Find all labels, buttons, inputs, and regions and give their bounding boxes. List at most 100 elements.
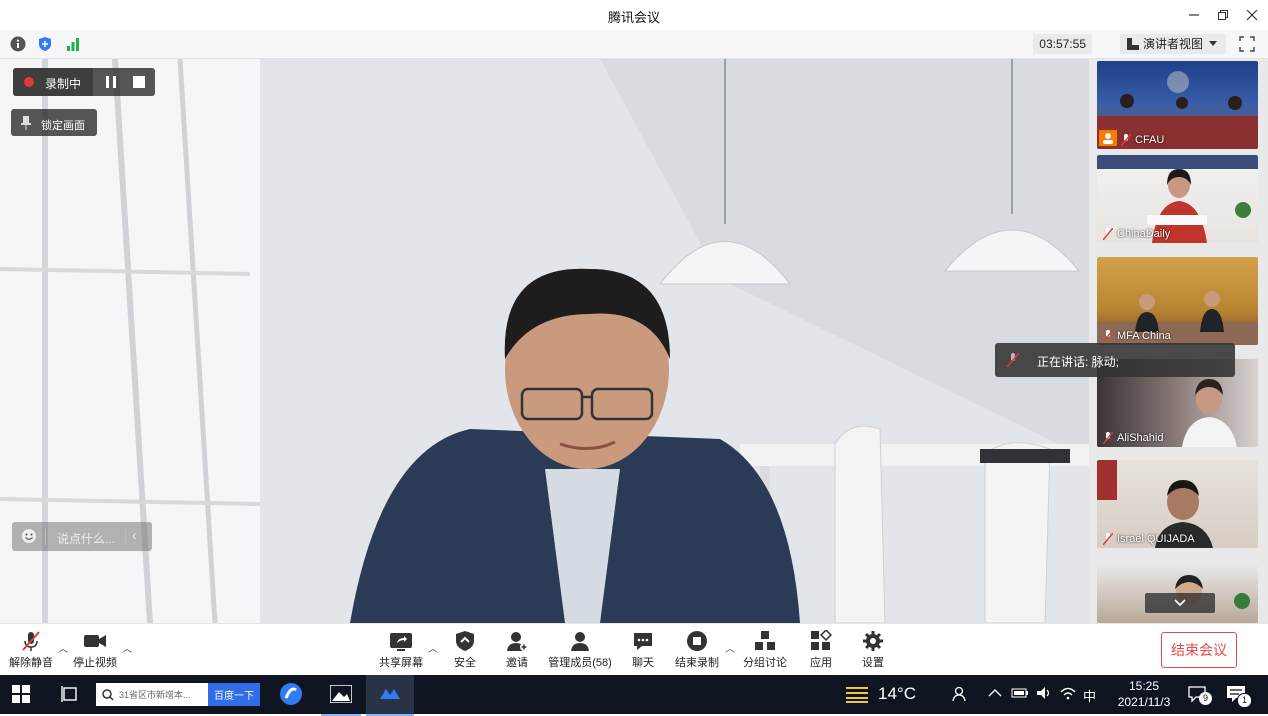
taskbar-search-box[interactable]: 31省区市新增本... bbox=[96, 683, 208, 706]
close-button[interactable] bbox=[1241, 4, 1263, 26]
stop-icon bbox=[133, 76, 145, 88]
members-label: 管理成员(58) bbox=[548, 657, 612, 669]
weather-icon bbox=[846, 685, 868, 706]
lock-screen-label: 锁定画面 bbox=[41, 120, 85, 132]
stop-recording-icon bbox=[687, 631, 707, 651]
restore-button[interactable] bbox=[1212, 4, 1234, 26]
meeting-info-bar: 03:57:55 演讲者视图 bbox=[0, 30, 1268, 59]
stop-recording-button[interactable] bbox=[129, 72, 149, 92]
security-button[interactable]: 安全 bbox=[452, 630, 478, 670]
shield-icon[interactable] bbox=[37, 36, 53, 52]
participant-tile[interactable]: ChinaDaily bbox=[1097, 155, 1258, 243]
record-dot-icon bbox=[24, 77, 34, 87]
participant-name: Israel QUIJADA bbox=[1117, 533, 1195, 545]
unmute-button[interactable]: 解除静音 bbox=[9, 630, 53, 670]
photos-app-icon[interactable] bbox=[321, 675, 361, 716]
share-options-chevron-icon[interactable]: ︿ bbox=[428, 640, 438, 655]
wifi-icon[interactable] bbox=[1060, 686, 1076, 703]
chevron-down-icon bbox=[1209, 41, 1217, 46]
speaking-text: 正在讲话: 脉动; bbox=[1037, 355, 1120, 369]
apps-button[interactable]: 应用 bbox=[808, 630, 834, 670]
sogou-app-icon[interactable] bbox=[279, 682, 303, 709]
pause-icon bbox=[106, 76, 116, 88]
speaking-indicator: 正在讲话: 脉动; bbox=[995, 343, 1235, 377]
os-taskbar: 31省区市新增本... 百度一下 14°C 中 15:25 2021/11/3 … bbox=[0, 675, 1268, 716]
lock-screen-button[interactable]: 锁定画面 bbox=[11, 109, 97, 136]
participant-tile[interactable] bbox=[1097, 561, 1258, 623]
participant-name: AliShahid bbox=[1117, 432, 1164, 444]
invite-button[interactable]: 邀请 bbox=[504, 630, 530, 670]
task-view-button[interactable] bbox=[61, 685, 79, 706]
breakout-rooms-button[interactable]: 分组讨论 bbox=[742, 630, 788, 670]
title-bar: 腾讯会议 bbox=[0, 0, 1268, 30]
chevron-down-icon bbox=[1174, 599, 1186, 607]
minimize-button[interactable] bbox=[1183, 4, 1205, 26]
mic-muted-icon bbox=[1103, 228, 1113, 240]
settings-button[interactable]: 设置 bbox=[860, 630, 886, 670]
quick-chat-bar[interactable]: 说点什么... ‹ bbox=[12, 522, 152, 551]
stop-video-label: 停止视频 bbox=[73, 657, 117, 669]
participant-panel: CFAU ChinaDaily MFA China AliShahid Isra… bbox=[1089, 59, 1268, 623]
baidu-search-button[interactable]: 百度一下 bbox=[208, 683, 260, 706]
participant-name: CFAU bbox=[1135, 134, 1165, 146]
people-icon[interactable] bbox=[952, 686, 968, 705]
mic-muted-icon bbox=[1007, 353, 1019, 367]
breakout-label: 分组讨论 bbox=[743, 657, 787, 669]
unmute-label: 解除静音 bbox=[9, 657, 53, 669]
windows-start-button[interactable] bbox=[12, 685, 30, 706]
end-recording-button[interactable]: 结束录制 bbox=[674, 630, 720, 670]
meeting-timer: 03:57:55 bbox=[1033, 34, 1092, 54]
end-recording-label: 结束录制 bbox=[675, 657, 719, 669]
input-method-indicator[interactable]: 中 bbox=[1083, 686, 1096, 705]
share-screen-button[interactable]: 共享屏幕 bbox=[378, 630, 424, 670]
pause-recording-button[interactable] bbox=[101, 72, 121, 92]
chat-label: 聊天 bbox=[632, 657, 654, 669]
action-center-badge: 1 bbox=[1237, 693, 1252, 708]
signal-icon[interactable] bbox=[65, 36, 81, 52]
recording-options-chevron-icon[interactable]: ︿ bbox=[725, 640, 735, 655]
view-mode-dropdown[interactable]: 演讲者视图 bbox=[1120, 34, 1226, 54]
pin-icon bbox=[21, 116, 31, 130]
tray-chevron-up-icon[interactable] bbox=[988, 687, 1002, 701]
settings-label: 设置 bbox=[862, 657, 884, 669]
scroll-down-button[interactable] bbox=[1145, 593, 1215, 613]
chat-input-placeholder[interactable]: 说点什么... bbox=[57, 530, 115, 547]
collapse-chevron-icon[interactable]: ‹ bbox=[132, 527, 137, 543]
weather-temperature[interactable]: 14°C bbox=[878, 684, 916, 704]
view-mode-label: 演讲者视图 bbox=[1143, 37, 1204, 51]
mic-muted-icon bbox=[1103, 533, 1113, 545]
participant-tile[interactable]: Israel QUIJADA bbox=[1097, 460, 1258, 548]
windows-logo-icon bbox=[12, 685, 30, 703]
volume-icon[interactable] bbox=[1036, 686, 1052, 703]
action-center-button[interactable]: 1 bbox=[1226, 685, 1252, 708]
host-icon bbox=[1099, 130, 1117, 146]
members-icon bbox=[571, 632, 589, 651]
participant-tile[interactable]: CFAU bbox=[1097, 61, 1258, 149]
mic-muted-icon bbox=[1103, 432, 1113, 444]
emoji-icon bbox=[22, 529, 36, 543]
stop-video-button[interactable]: 停止视频 bbox=[73, 630, 117, 670]
restore-icon bbox=[1218, 10, 1228, 20]
apps-label: 应用 bbox=[810, 657, 832, 669]
tencent-meeting-app-icon[interactable] bbox=[366, 675, 414, 716]
apps-icon bbox=[811, 630, 832, 650]
audio-options-chevron-icon[interactable]: ︿ bbox=[58, 640, 68, 655]
chat-icon bbox=[634, 633, 652, 650]
participant-name: MFA China bbox=[1117, 330, 1171, 342]
participant-tile[interactable]: MFA China bbox=[1097, 257, 1258, 345]
info-icon[interactable] bbox=[10, 36, 26, 52]
end-meeting-button[interactable]: 结束会议 bbox=[1161, 632, 1237, 668]
layout-icon bbox=[1127, 38, 1139, 50]
participant-name: ChinaDaily bbox=[1117, 228, 1171, 240]
notifications-button[interactable]: 9 bbox=[1188, 685, 1212, 706]
fullscreen-icon[interactable] bbox=[1239, 36, 1255, 52]
shield-icon bbox=[456, 631, 474, 651]
recording-label: 录制中 bbox=[45, 77, 82, 91]
chat-button[interactable]: 聊天 bbox=[630, 630, 656, 670]
taskbar-clock[interactable]: 15:25 2021/11/3 bbox=[1108, 678, 1180, 710]
video-options-chevron-icon[interactable]: ︿ bbox=[122, 640, 132, 655]
battery-icon[interactable] bbox=[1011, 687, 1029, 702]
meeting-controls: 解除静音 ︿ 停止视频 ︿ 共享屏幕 ︿ 安全 邀请 管理成员(58) 聊天 结… bbox=[0, 623, 1268, 676]
manage-members-button[interactable]: 管理成员(58) bbox=[547, 630, 613, 670]
share-screen-icon bbox=[390, 633, 412, 651]
